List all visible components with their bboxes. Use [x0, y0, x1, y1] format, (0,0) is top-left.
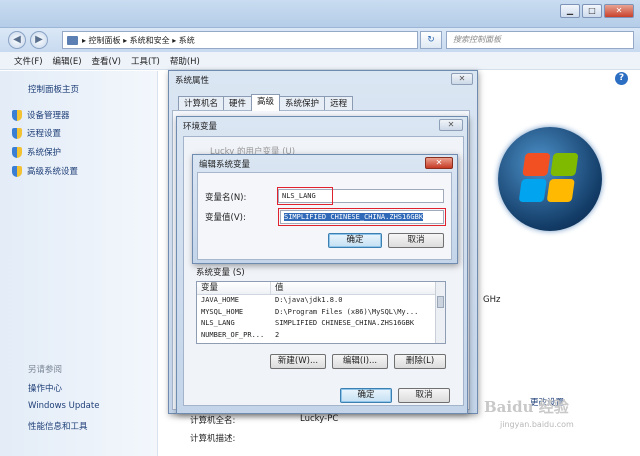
sidebar-item-device-manager[interactable]: 设备管理器 — [12, 109, 70, 121]
left-pane: 控制面板主页 设备管理器 远程设置 系统保护 高级系统设置 另请参阅 操作中心 … — [0, 71, 158, 456]
back-button[interactable]: ◀ — [8, 31, 26, 49]
system-variables-label: 系统变量 (S) — [196, 268, 245, 278]
table-scrollbar[interactable] — [435, 282, 445, 343]
column-value[interactable]: 值 — [271, 282, 437, 294]
close-icon[interactable]: ✕ — [439, 119, 463, 131]
tab-system-protection[interactable]: 系统保护 — [279, 96, 326, 111]
sidebar-item-advanced-settings[interactable]: 高级系统设置 — [12, 165, 78, 177]
variable-value-cell: D:\java\jdk1.8.0 — [275, 296, 343, 304]
forward-button[interactable]: ▶ — [30, 31, 48, 49]
menu-edit[interactable]: 编辑(E) — [53, 55, 82, 67]
env-cancel-button[interactable]: 取消 — [398, 388, 450, 403]
close-icon[interactable]: ✕ — [451, 73, 473, 85]
windows-flag-icon — [518, 153, 579, 203]
table-row[interactable]: JAVA_HOME D:\java\jdk1.8.0 — [197, 295, 445, 307]
watermark-logo: Baidu 经验 — [484, 398, 569, 416]
dialog-title: 系统属性 — [175, 76, 210, 86]
shield-icon — [12, 109, 22, 121]
new-variable-button[interactable]: 新建(W)... — [270, 354, 326, 369]
column-variable[interactable]: 变量 — [197, 282, 271, 294]
computer-name-value: Lucky-PC — [300, 414, 339, 424]
edit-ok-button[interactable]: 确定 — [328, 233, 382, 248]
edit-cancel-button[interactable]: 取消 — [388, 233, 444, 248]
shield-icon — [12, 127, 22, 139]
table-row[interactable]: NLS_LANG SIMPLIFIED CHINESE_CHINA.ZHS16G… — [197, 318, 445, 330]
system-variables-table[interactable]: 变量 值 JAVA_HOME D:\java\jdk1.8.0 MYSQL_HO… — [196, 281, 446, 344]
sidebar-item-system-protection[interactable]: 系统保护 — [12, 146, 61, 158]
env-ok-button[interactable]: 确定 — [340, 388, 392, 403]
menu-bar: 文件(F) 编辑(E) 查看(V) 工具(T) 帮助(H) — [0, 52, 640, 70]
variable-name-cell: JAVA_HOME — [201, 296, 239, 304]
variable-value-cell: 2 — [275, 330, 280, 339]
watermark-url: jingyan.baidu.com — [500, 420, 574, 429]
variable-value-label: 变量值(V): — [205, 213, 246, 223]
maximize-button[interactable]: □ — [582, 4, 602, 18]
variable-value-cell: SIMPLIFIED CHINESE_CHINA.ZHS16GBK — [275, 319, 415, 327]
highlight-box — [277, 187, 333, 205]
close-icon[interactable]: ✕ — [425, 157, 453, 169]
help-icon[interactable]: ? — [615, 72, 628, 85]
windows-update-link[interactable]: Windows Update — [28, 401, 99, 411]
shield-icon — [12, 146, 22, 158]
breadcrumb[interactable]: ▸ 控制面板 ▸ 系统和安全 ▸ 系统 — [82, 35, 195, 46]
sidebar-item-label: 系统保护 — [27, 148, 62, 158]
delete-variable-button[interactable]: 删除(L) — [394, 354, 446, 369]
menu-tools[interactable]: 工具(T) — [131, 55, 160, 67]
scrollbar-thumb[interactable] — [437, 296, 444, 308]
table-row[interactable]: NUMBER_OF_PR... 2 — [197, 330, 445, 342]
menu-file[interactable]: 文件(F) — [14, 55, 43, 67]
tab-remote[interactable]: 远程 — [324, 96, 354, 111]
table-row[interactable]: MYSQL_HOME D:\Program Files (x86)\MySQL\… — [197, 307, 445, 319]
performance-tools-link[interactable]: 性能信息和工具 — [28, 420, 88, 432]
menu-help[interactable]: 帮助(H) — [170, 55, 200, 67]
dialog-title: 编辑系统变量 — [199, 160, 251, 170]
window-controls: ▁ □ ✕ — [560, 4, 634, 18]
navigation-bar: ◀ ▶ ▸ 控制面板 ▸ 系统和安全 ▸ 系统 ↻ 搜索控制面板 — [0, 28, 640, 52]
menu-view[interactable]: 查看(V) — [92, 55, 121, 67]
sidebar-item-label: 高级系统设置 — [27, 167, 79, 177]
system-properties-tabs: 计算机名 硬件 高级 系统保护 远程 — [178, 94, 354, 111]
variable-name-cell: NLS_LANG — [201, 319, 235, 327]
shield-icon — [12, 165, 22, 177]
processor-speed-unit: GHz — [483, 295, 501, 305]
window-titlebar: ▁ □ ✕ — [0, 0, 640, 28]
variable-name-cell: NUMBER_OF_PR... — [201, 330, 265, 339]
table-header: 变量 值 — [197, 282, 445, 295]
tab-hardware[interactable]: 硬件 — [223, 96, 253, 111]
computer-description-label: 计算机描述: — [190, 434, 236, 444]
variable-name-cell: MYSQL_HOME — [201, 307, 244, 316]
close-button[interactable]: ✕ — [604, 4, 634, 18]
tab-advanced[interactable]: 高级 — [251, 94, 281, 111]
see-also-heading: 另请参阅 — [28, 365, 63, 375]
control-panel-icon — [67, 35, 78, 45]
sidebar-item-label: 设备管理器 — [27, 111, 70, 121]
tab-computer-name[interactable]: 计算机名 — [178, 96, 225, 111]
minimize-button[interactable]: ▁ — [560, 4, 580, 18]
action-center-link[interactable]: 操作中心 — [28, 382, 62, 394]
search-input[interactable]: 搜索控制面板 — [446, 31, 634, 49]
highlight-box — [278, 208, 446, 226]
address-bar[interactable]: ▸ 控制面板 ▸ 系统和安全 ▸ 系统 — [62, 31, 418, 49]
edit-variable-button[interactable]: 编辑(I)... — [332, 354, 388, 369]
variable-name-label: 变量名(N): — [205, 193, 247, 203]
dialog-title: 环境变量 — [183, 122, 218, 132]
windows-logo — [498, 127, 602, 231]
computer-name-label: 计算机全名: — [190, 416, 236, 426]
variable-value-cell: D:\Program Files (x86)\MySQL\My... — [275, 307, 419, 316]
control-panel-home-link[interactable]: 控制面板主页 — [28, 83, 79, 95]
sidebar-item-label: 远程设置 — [27, 129, 62, 139]
sidebar-item-remote-settings[interactable]: 远程设置 — [12, 127, 61, 139]
refresh-button[interactable]: ↻ — [420, 31, 442, 49]
